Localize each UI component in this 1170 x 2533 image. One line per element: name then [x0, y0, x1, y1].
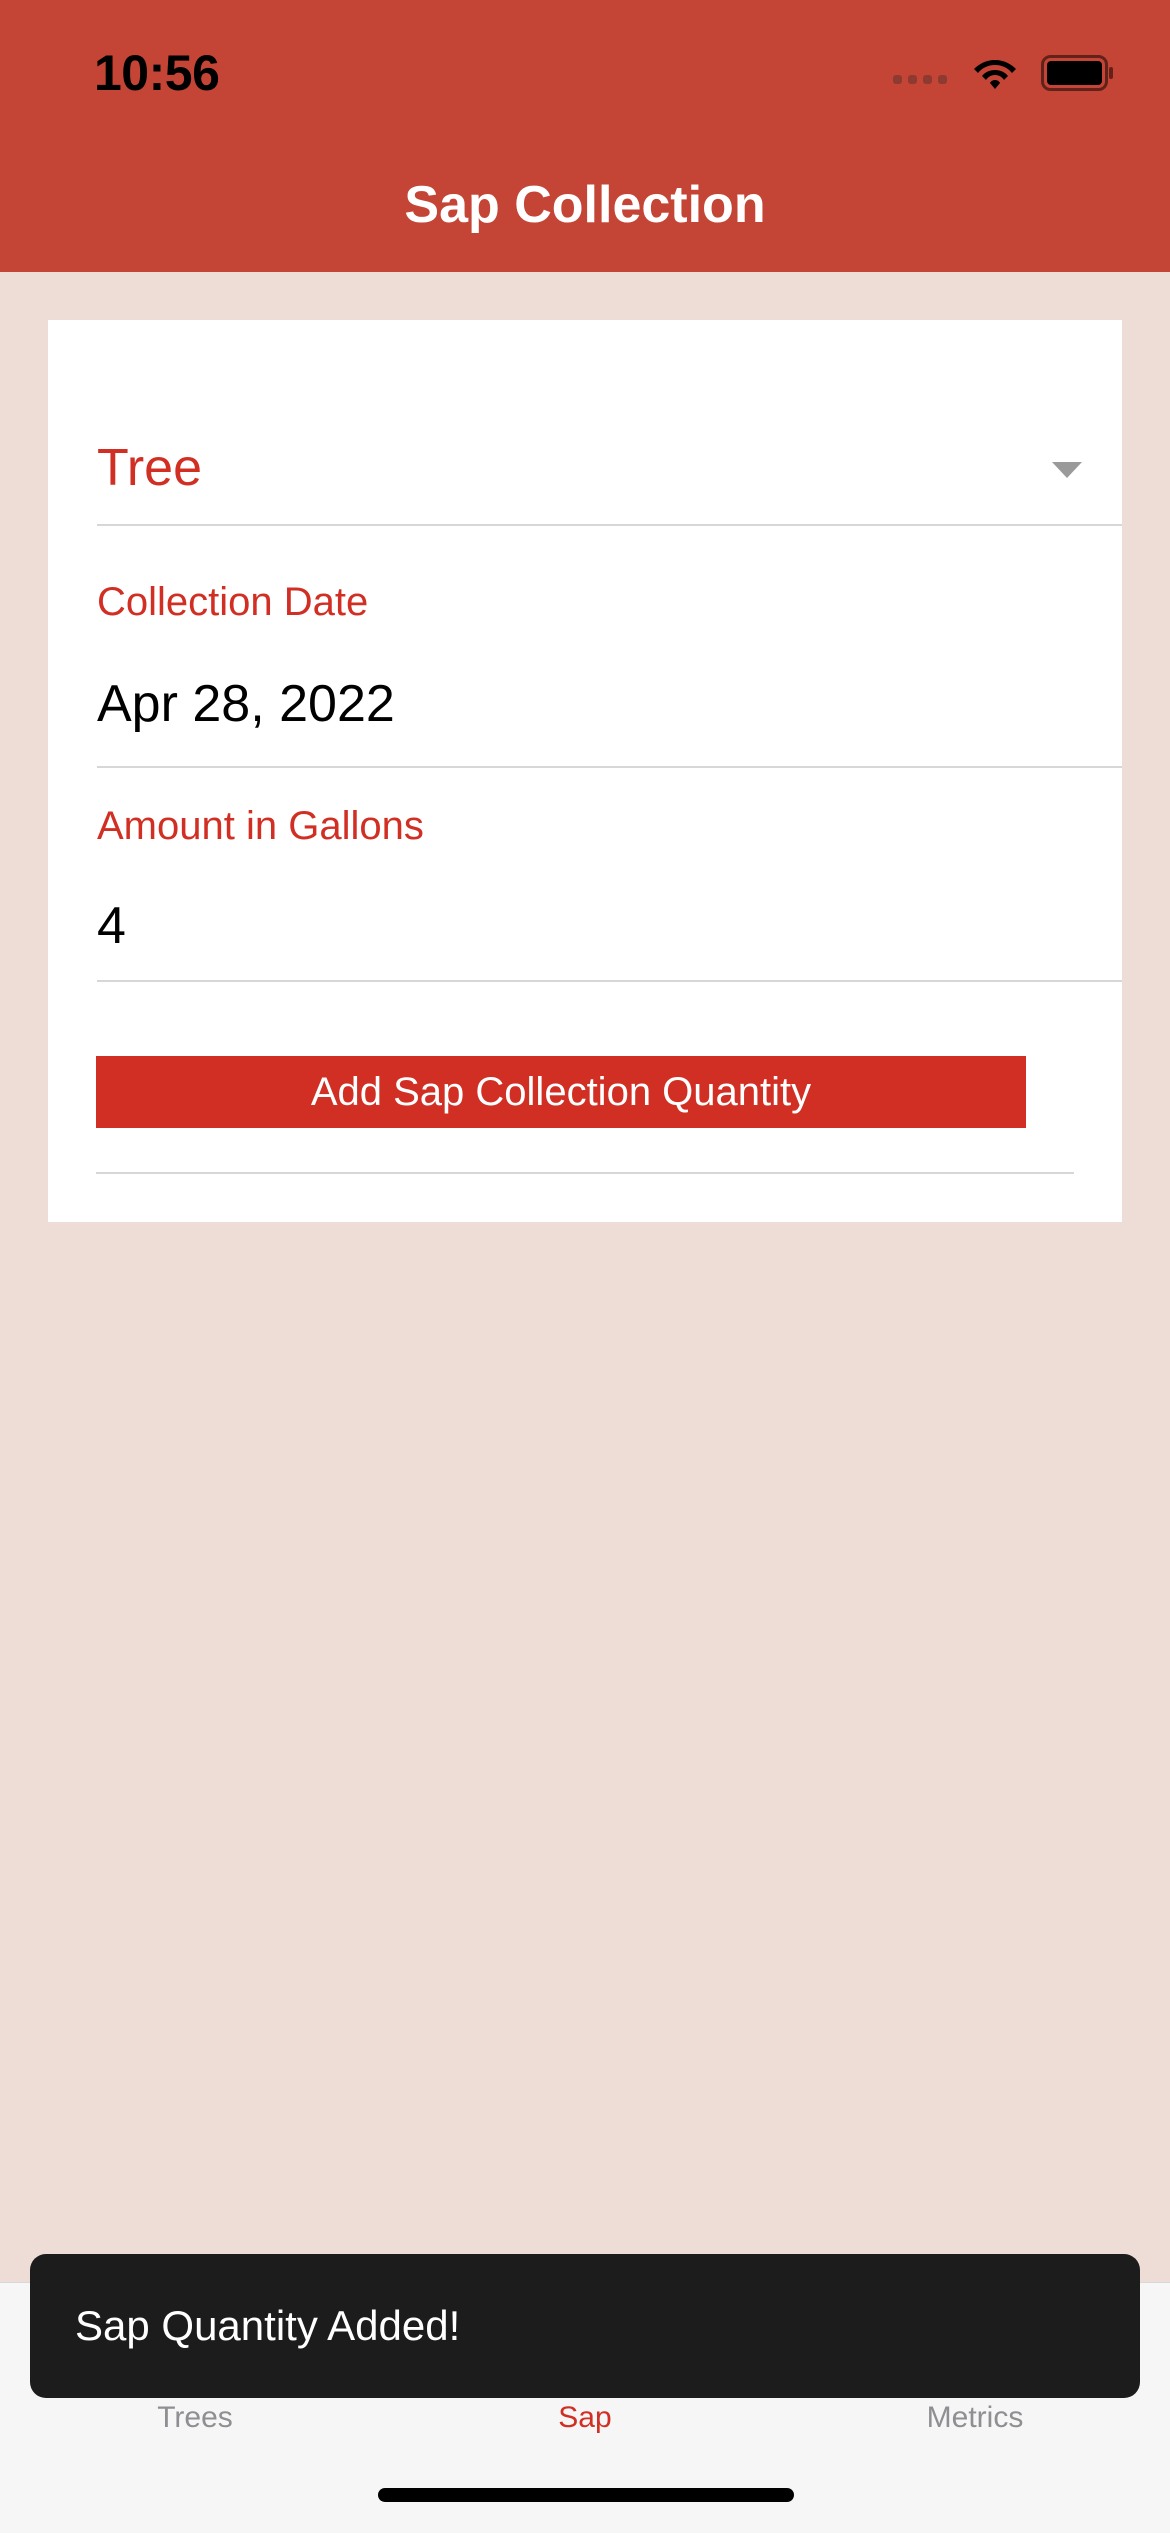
sap-collection-form: Tree Collection Date Apr 28, 2022 Amount…	[48, 320, 1122, 1222]
add-sap-collection-button[interactable]: Add Sap Collection Quantity	[96, 1056, 1026, 1128]
collection-date-field[interactable]: Collection Date Apr 28, 2022	[97, 540, 1122, 768]
divider	[96, 1172, 1074, 1174]
chevron-down-icon[interactable]	[1052, 462, 1082, 478]
collection-date-value[interactable]: Apr 28, 2022	[97, 674, 395, 734]
tab-sap-label: Sap	[558, 2401, 612, 2434]
page-title: Sap Collection	[404, 176, 766, 234]
amount-field[interactable]: Amount in Gallons 4	[97, 768, 1122, 982]
snackbar: Sap Quantity Added!	[30, 2254, 1140, 2398]
tab-trees-label: Trees	[157, 2401, 233, 2434]
status-icons	[893, 55, 1115, 91]
tree-select[interactable]: Tree	[97, 438, 1122, 526]
tab-metrics-label: Metrics	[926, 2401, 1024, 2434]
amount-label: Amount in Gallons	[97, 804, 424, 848]
battery-icon	[1041, 55, 1113, 91]
status-time: 10:56	[94, 45, 220, 101]
wifi-icon	[974, 60, 1016, 89]
cellular-signal-icon	[893, 74, 947, 84]
amount-value[interactable]: 4	[97, 896, 126, 956]
home-indicator[interactable]	[378, 2488, 794, 2502]
tree-select-label: Tree	[97, 439, 202, 497]
snackbar-message: Sap Quantity Added!	[75, 2302, 461, 2349]
header-bar: 10:56 Sap Collection	[0, 0, 1170, 272]
collection-date-label: Collection Date	[97, 580, 369, 624]
